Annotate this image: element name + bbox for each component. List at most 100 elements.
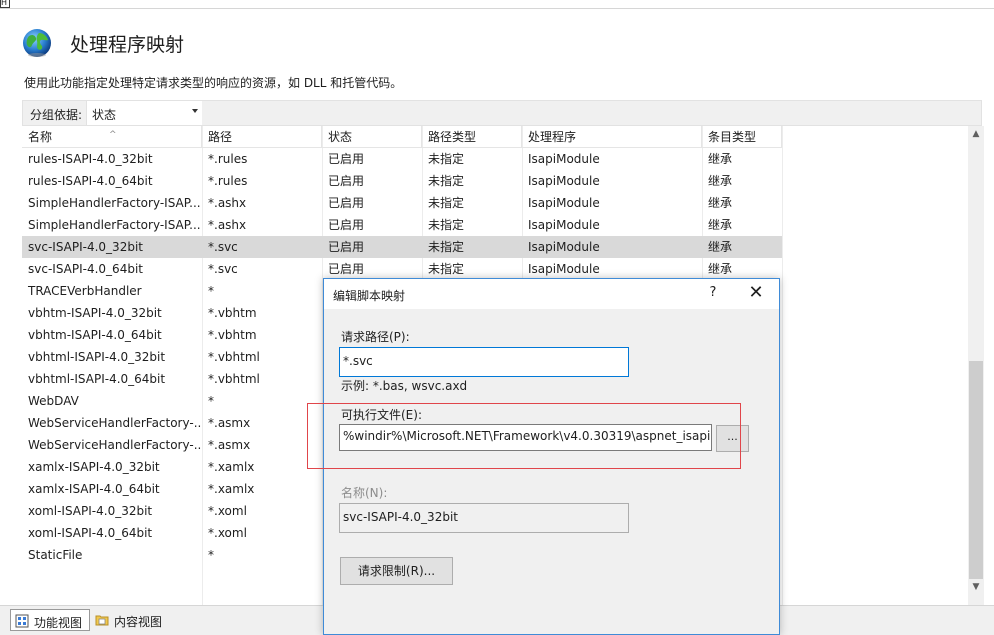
cell-handler: IsapiModule <box>528 196 600 210</box>
cell-path: *.svc <box>208 262 238 276</box>
cell-name: rules-ISAPI-4.0_32bit <box>28 152 153 166</box>
cell-path-type: 未指定 <box>428 218 465 232</box>
help-icon[interactable]: ? <box>703 285 723 300</box>
scroll-thumb[interactable] <box>969 361 983 579</box>
cell-name: WebServiceHandlerFactory-... <box>28 416 202 430</box>
cell-path: * <box>208 284 214 298</box>
feature-view-label: 功能视图 <box>34 616 83 630</box>
scroll-up-icon[interactable]: ▲ <box>968 126 984 142</box>
table-header: 名称 ^ 路径 状态 路径类型 处理程序 条目类型 <box>22 126 782 148</box>
column-header-path-type[interactable]: 路径类型 <box>422 126 522 148</box>
page-description: 使用此功能指定处理特定请求类型的响应的资源，如 DLL 和托管代码。 <box>24 76 403 90</box>
page-title: 处理程序映射 <box>70 34 185 56</box>
table-row[interactable]: rules-ISAPI-4.0_64bit *.rules 已启用 未指定 IsapiM… <box>22 170 782 192</box>
sort-ascending-icon: ^ <box>109 130 117 140</box>
column-header-entry-type[interactable]: 条目类型 <box>702 126 782 148</box>
cell-entry-type: 继承 <box>708 196 733 210</box>
group-by-select[interactable]: 状态 <box>86 101 202 125</box>
cell-handler: IsapiModule <box>528 218 600 232</box>
cell-name: StaticFile <box>28 548 83 562</box>
cell-name: WebServiceHandlerFactory-... <box>28 438 202 452</box>
edit-script-map-dialog: 编辑脚本映射 ? ✕ 请求路径(P): *.svc 示例: *.bas, wsv… <box>323 278 780 635</box>
browse-button[interactable]: ... <box>716 425 749 452</box>
cell-path: *.vbhtm <box>208 306 257 320</box>
cell-state: 已启用 <box>328 240 365 254</box>
table-row[interactable]: SimpleHandlerFactory-ISAP... *.ashx 已启用 未指定… <box>22 214 782 236</box>
cell-handler: IsapiModule <box>528 262 600 276</box>
cell-name: WebDAV <box>28 394 79 408</box>
dialog-title: 编辑脚本映射 <box>333 289 406 303</box>
table-row[interactable]: rules-ISAPI-4.0_32bit *.rules 已启用 未指定 IsapiM… <box>22 148 782 170</box>
close-icon[interactable]: ✕ <box>744 282 768 303</box>
cell-path: *.xamlx <box>208 460 255 474</box>
cell-name: TRACEVerbHandler <box>28 284 142 298</box>
cell-path: *.rules <box>208 174 248 188</box>
column-header-handler[interactable]: 处理程序 <box>522 126 702 148</box>
window-fragment: H <box>0 0 10 8</box>
column-header-state[interactable]: 状态 <box>322 126 422 148</box>
cell-entry-type: 继承 <box>708 174 733 188</box>
cell-path: *.rules <box>208 152 248 166</box>
cell-name: vbhtml-ISAPI-4.0_32bit <box>28 350 166 364</box>
cell-entry-type: 继承 <box>708 240 733 254</box>
example-hint: 示例: *.bas, wsvc.axd <box>341 379 468 393</box>
cell-path: *.asmx <box>208 416 251 430</box>
cell-name: svc-ISAPI-4.0_64bit <box>28 262 143 276</box>
cell-handler: IsapiModule <box>528 240 600 254</box>
table-row[interactable]: SimpleHandlerFactory-ISAP... *.ashx 已启用 未指定… <box>22 192 782 214</box>
cell-entry-type: 继承 <box>708 262 733 276</box>
content-view-tab[interactable]: 内容视图 <box>91 609 171 631</box>
cell-name: xoml-ISAPI-4.0_64bit <box>28 526 153 540</box>
name-label: 名称(N): <box>341 486 388 500</box>
group-by-value: 状态 <box>92 108 117 122</box>
cell-name: xamlx-ISAPI-4.0_64bit <box>28 482 160 496</box>
vertical-scrollbar[interactable]: ▲ ▼ <box>968 126 984 605</box>
cell-path: *.xamlx <box>208 482 255 496</box>
content-view-label: 内容视图 <box>114 615 163 629</box>
cell-path: * <box>208 394 214 408</box>
request-path-label: 请求路径(P): <box>341 330 410 344</box>
cell-handler: IsapiModule <box>528 174 600 188</box>
cell-path: *.ashx <box>208 196 247 210</box>
cell-state: 已启用 <box>328 262 365 276</box>
cell-name: SimpleHandlerFactory-ISAP... <box>28 218 201 232</box>
request-restrictions-button[interactable]: 请求限制(R)... <box>340 557 453 585</box>
cell-path: * <box>208 548 214 562</box>
name-input: svc-ISAPI-4.0_32bit <box>339 503 629 533</box>
cell-entry-type: 继承 <box>708 152 733 166</box>
cell-handler: IsapiModule <box>528 152 600 166</box>
cell-path-type: 未指定 <box>428 152 465 166</box>
cell-state: 已启用 <box>328 152 365 166</box>
cell-path: *.vbhtml <box>208 350 260 364</box>
cell-name: svc-ISAPI-4.0_32bit <box>28 240 143 254</box>
cell-path-type: 未指定 <box>428 174 465 188</box>
request-path-input[interactable]: *.svc <box>339 347 629 377</box>
dialog-titlebar[interactable]: 编辑脚本映射 ? ✕ <box>324 279 779 309</box>
cell-state: 已启用 <box>328 218 365 232</box>
cell-name: vbhtm-ISAPI-4.0_32bit <box>28 306 162 320</box>
scroll-down-icon[interactable]: ▼ <box>968 579 984 595</box>
cell-path-type: 未指定 <box>428 262 465 276</box>
cell-path: *.xoml <box>208 526 247 540</box>
table-row[interactable]: svc-ISAPI-4.0_32bit *.svc 已启用 未指定 IsapiModul… <box>22 236 782 258</box>
column-header-name[interactable]: 名称 ^ <box>22 126 202 148</box>
chevron-down-icon <box>192 109 198 113</box>
cell-path: *.svc <box>208 240 238 254</box>
cell-state: 已启用 <box>328 174 365 188</box>
top-divider <box>0 8 994 9</box>
executable-input[interactable]: %windir%\Microsoft.NET\Framework\v4.0.30… <box>339 424 712 451</box>
cell-name: vbhtml-ISAPI-4.0_64bit <box>28 372 166 386</box>
cell-name: SimpleHandlerFactory-ISAP... <box>28 196 201 210</box>
cell-path-type: 未指定 <box>428 240 465 254</box>
cell-path: *.vbhtml <box>208 372 260 386</box>
group-by-label: 分组依据: <box>30 108 83 122</box>
column-header-path[interactable]: 路径 <box>202 126 322 148</box>
feature-view-tab[interactable]: 功能视图 <box>10 609 90 631</box>
cell-path: *.vbhtm <box>208 328 257 342</box>
cell-path: *.xoml <box>208 504 247 518</box>
column-divider <box>782 126 783 605</box>
cell-path: *.asmx <box>208 438 251 452</box>
cell-name: rules-ISAPI-4.0_64bit <box>28 174 153 188</box>
cell-name: xoml-ISAPI-4.0_32bit <box>28 504 153 518</box>
table-row[interactable]: svc-ISAPI-4.0_64bit *.svc 已启用 未指定 IsapiModul… <box>22 258 782 280</box>
